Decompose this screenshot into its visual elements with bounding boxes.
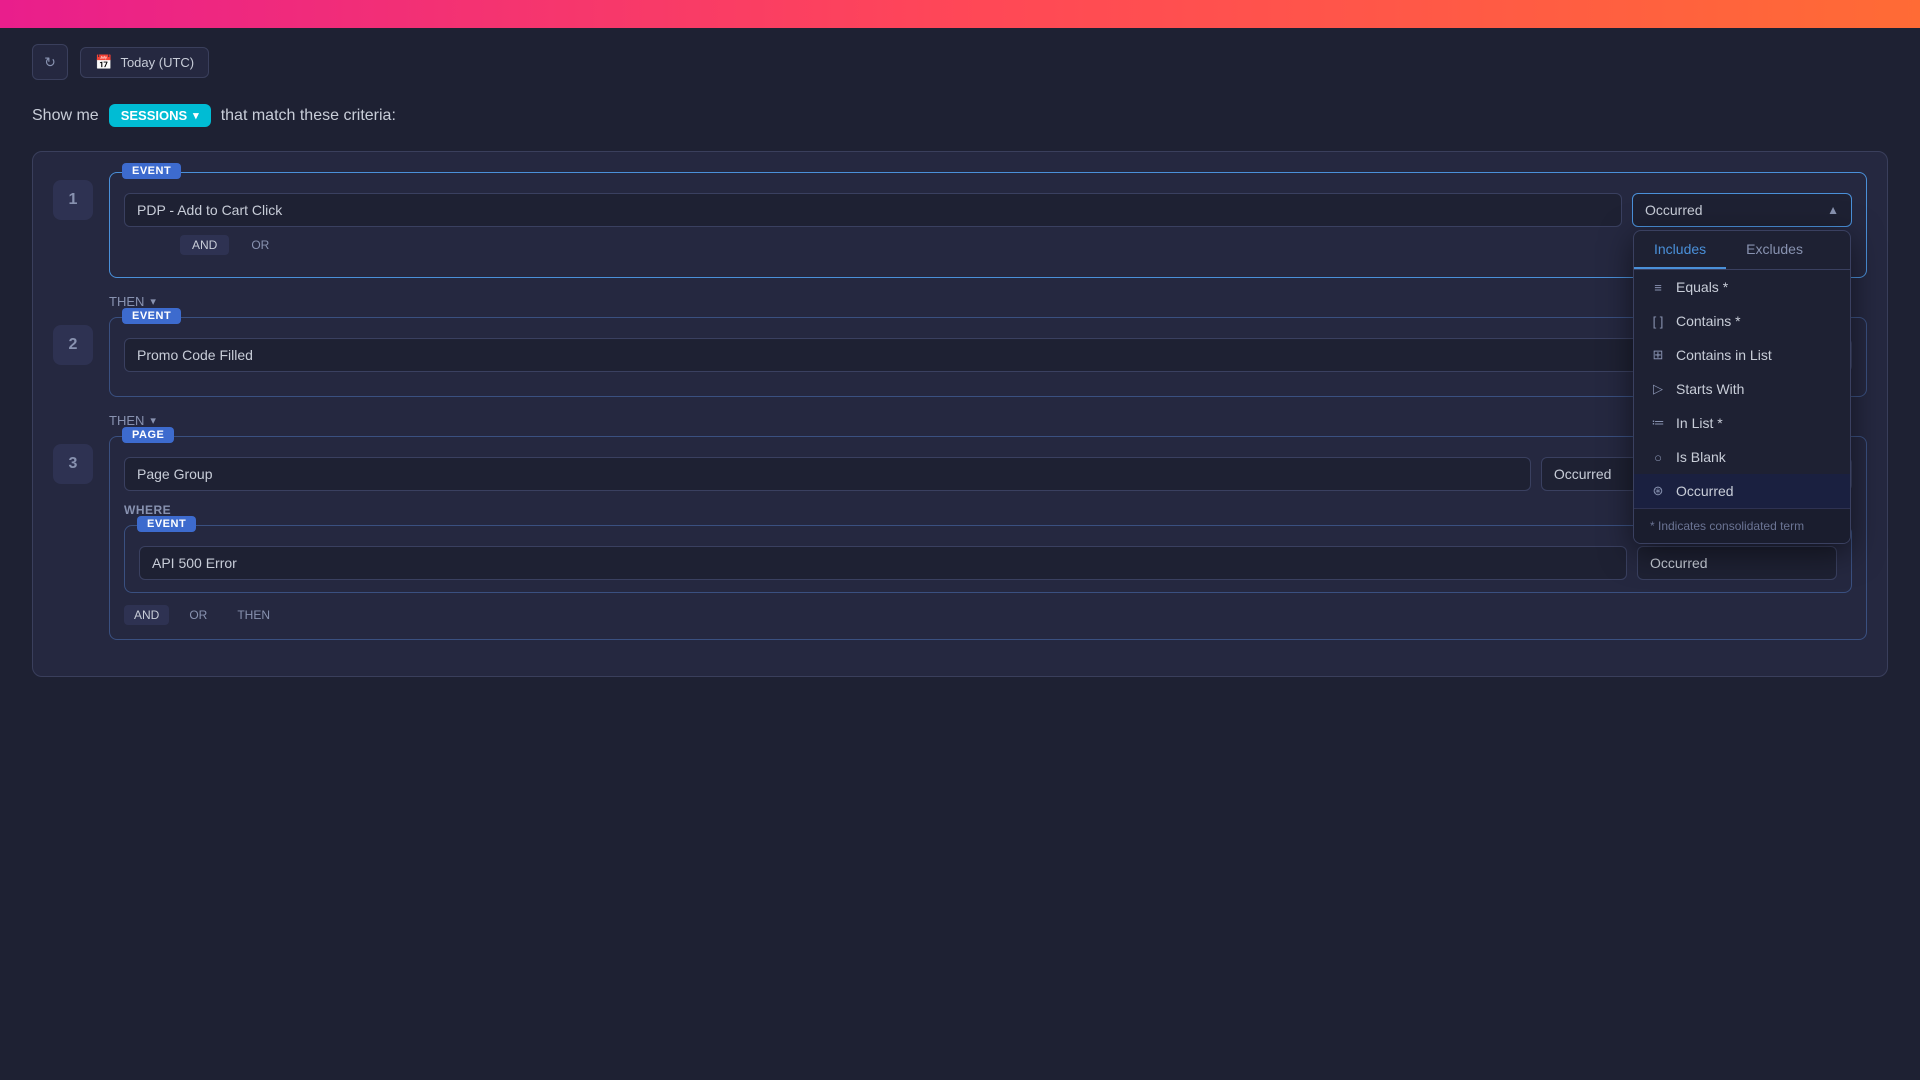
equals-icon: ≡ (1650, 280, 1666, 295)
rule-box-3: PAGE Occurred Checkout WHERE EVENT (109, 436, 1867, 640)
dropdown-item-contains-list[interactable]: ⊞ Contains in List (1634, 338, 1850, 372)
dropdown-item-starts-with[interactable]: ▷ Starts With (1634, 372, 1850, 406)
dropdown-tabs: Includes Excludes (1634, 231, 1850, 270)
show-me-label: Show me (32, 107, 99, 125)
sub-event-box: EVENT Occurred (124, 525, 1852, 593)
sub-event-badge: EVENT (137, 516, 196, 532)
rule-number-2: 2 (53, 325, 93, 365)
rule-1-connector-row: AND OR (180, 235, 1852, 255)
then-label-2: THEN (109, 413, 144, 428)
tab-includes[interactable]: Includes (1634, 231, 1726, 269)
occurred-icon: ⊛ (1650, 483, 1666, 499)
main-content: ↻ 📅 Today (UTC) Show me SESSIONS ▾ that … (0, 28, 1920, 1080)
criteria-panel: 1 EVENT Occurred ▲ Includes (32, 151, 1888, 677)
refresh-button[interactable]: ↻ (32, 44, 68, 80)
criteria-label: that match these criteria: (221, 107, 396, 125)
chevron-up-icon: ▲ (1827, 203, 1839, 217)
rule-3-fields: Occurred Checkout (124, 457, 1852, 491)
rule-2-event-input[interactable] (124, 338, 1642, 372)
calendar-icon: 📅 (95, 54, 112, 71)
date-picker-button[interactable]: 📅 Today (UTC) (80, 47, 209, 78)
contains-list-icon: ⊞ (1650, 347, 1666, 363)
dropdown-item-is-blank[interactable]: ○ Is Blank (1634, 440, 1850, 474)
then-row-2[interactable]: THEN ▾ (109, 413, 1867, 428)
rule-1-event-input[interactable] (124, 193, 1622, 227)
dropdown-item-in-list[interactable]: ≔ In List * (1634, 406, 1850, 440)
rule-box-1: EVENT Occurred ▲ Includes (109, 172, 1867, 278)
rule-number-1: 1 (53, 180, 93, 220)
date-label: Today (UTC) (120, 55, 194, 70)
sub-event-fields: Occurred (139, 546, 1837, 580)
rule-row-3: 3 PAGE Occurred Checkout WHERE EVE (53, 436, 1867, 640)
show-me-row: Show me SESSIONS ▾ that match these crit… (32, 104, 1888, 127)
rule-row-1: 1 EVENT Occurred ▲ Includes (53, 172, 1867, 278)
chevron-down-icon-then2: ▾ (150, 414, 156, 427)
dropdown-item-occurred[interactable]: ⊛ Occurred (1634, 474, 1850, 508)
sessions-dropdown-button[interactable]: SESSIONS ▾ (109, 104, 211, 127)
condition-dropdown-menu: Includes Excludes ≡ Equals * (1633, 230, 1851, 544)
rule-1-or-button[interactable]: OR (239, 235, 281, 255)
top-gradient-bar (0, 0, 1920, 28)
rule-3-connector-row: AND OR THEN (124, 605, 1852, 625)
chevron-down-icon-then1: ▾ (150, 295, 156, 308)
dropdown-item-equals[interactable]: ≡ Equals * (1634, 270, 1850, 304)
badge-event-2: EVENT (122, 308, 181, 324)
sub-event-condition-select[interactable]: Occurred (1637, 546, 1837, 580)
rule-3-and-button[interactable]: AND (124, 605, 169, 625)
then-row-1[interactable]: THEN ▾ (109, 294, 1867, 309)
rule-1-fields: Occurred ▲ Includes Excludes (124, 193, 1852, 227)
rule-box-2: EVENT Occurred (109, 317, 1867, 397)
dropdown-footer: * Indicates consolidated term (1634, 508, 1850, 543)
rule-1-condition-value: Occurred (1645, 202, 1703, 218)
badge-event-1: EVENT (122, 163, 181, 179)
rule-3-then-button[interactable]: THEN (227, 605, 280, 625)
sessions-label: SESSIONS (121, 108, 187, 123)
where-label: WHERE (124, 503, 1852, 517)
is-blank-icon: ○ (1650, 450, 1666, 465)
rule-3-or-button[interactable]: OR (179, 605, 217, 625)
rule-3-event-input[interactable] (124, 457, 1531, 491)
then-label-1: THEN (109, 294, 144, 309)
chevron-down-icon: ▾ (193, 109, 199, 122)
rule-number-3: 3 (53, 444, 93, 484)
badge-page-3: PAGE (122, 427, 174, 443)
rule-1-condition-select[interactable]: Occurred ▲ Includes Excludes (1632, 193, 1852, 227)
tab-excludes[interactable]: Excludes (1726, 231, 1823, 269)
in-list-icon: ≔ (1650, 415, 1666, 431)
contains-icon: [ ] (1650, 314, 1666, 329)
refresh-icon: ↻ (44, 54, 56, 71)
toolbar: ↻ 📅 Today (UTC) (32, 44, 1888, 80)
rule-3-condition-value: Occurred (1554, 466, 1612, 482)
sub-event-condition-value: Occurred (1650, 555, 1708, 571)
dropdown-item-contains[interactable]: [ ] Contains * (1634, 304, 1850, 338)
starts-with-icon: ▷ (1650, 381, 1666, 397)
rule-row-2: 2 EVENT Occurred (53, 317, 1867, 397)
rule-2-fields: Occurred (124, 338, 1852, 372)
sub-event-input[interactable] (139, 546, 1627, 580)
rule-1-and-button[interactable]: AND (180, 235, 229, 255)
